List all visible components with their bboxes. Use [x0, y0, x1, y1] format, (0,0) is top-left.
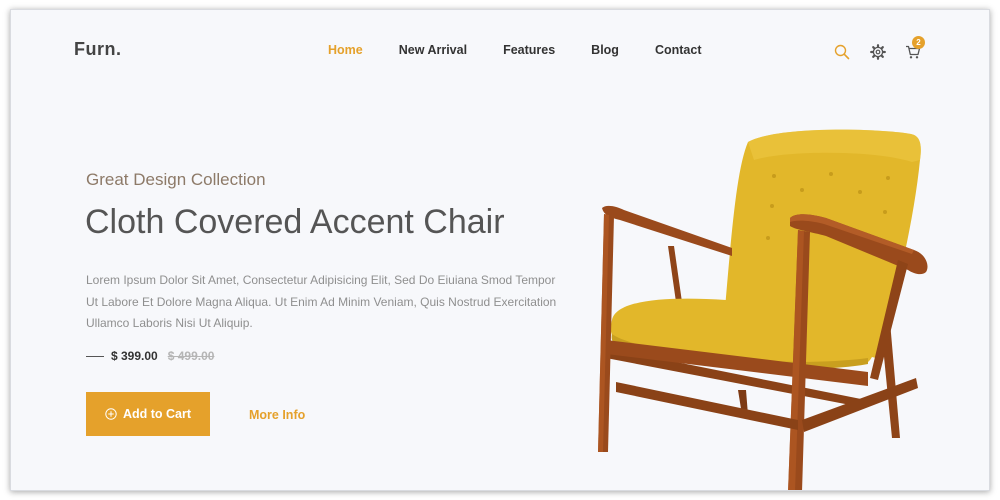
- add-to-cart-button[interactable]: Add to Cart: [86, 392, 210, 436]
- site-logo[interactable]: Furn.: [74, 39, 122, 60]
- add-to-cart-label: Add to Cart: [122, 407, 192, 421]
- page-frame: Furn. Home New Arrival Features Blog Con…: [10, 9, 990, 491]
- nav-new-arrival[interactable]: New Arrival: [399, 43, 467, 57]
- nav-features[interactable]: Features: [503, 43, 555, 57]
- nav-blog[interactable]: Blog: [591, 43, 619, 57]
- price-row: $ 399.00 $ 499.00: [86, 349, 214, 363]
- hero-subtitle: Great Design Collection: [86, 170, 266, 189]
- plus-circle-icon: [105, 408, 117, 420]
- more-info-link[interactable]: More Info: [249, 408, 305, 422]
- hero-description: Lorem Ipsum Dolor Sit Amet, Consectetur …: [86, 273, 557, 330]
- nav-home[interactable]: Home: [328, 43, 363, 57]
- price-dash: [86, 355, 104, 357]
- gear-icon[interactable]: [869, 43, 887, 61]
- chair-product-image: [598, 129, 928, 490]
- nav-contact[interactable]: Contact: [655, 43, 702, 57]
- old-price: $ 499.00: [167, 349, 215, 363]
- cart-count-badge: 2: [912, 36, 925, 49]
- hero-title: Cloth Covered Accent Chair: [85, 203, 505, 241]
- search-icon[interactable]: [833, 43, 851, 61]
- main-nav: Home New Arrival Features Blog Contact: [328, 43, 737, 57]
- current-price: $ 399.00: [111, 349, 158, 363]
